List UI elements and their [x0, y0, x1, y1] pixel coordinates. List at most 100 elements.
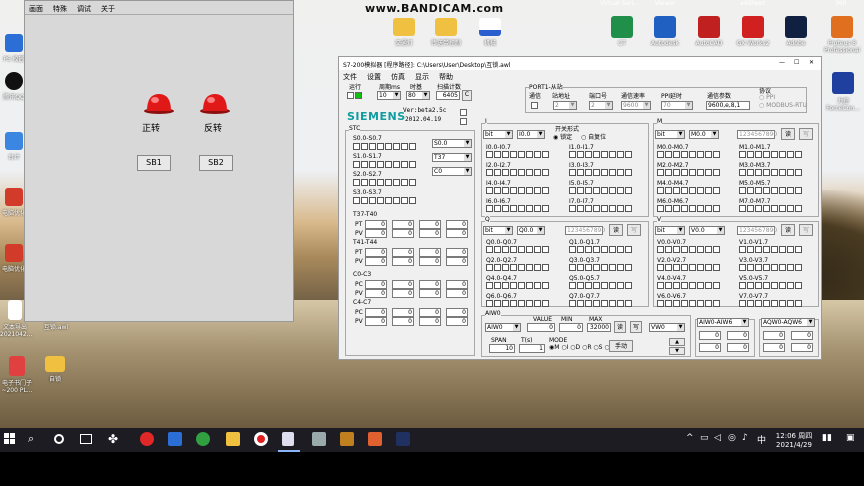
m-row-6-bits[interactable] [657, 205, 721, 212]
desktop-icon-adobe[interactable]: Adobe [776, 16, 816, 47]
desktop-icon-autocad[interactable]: AutoCAD [689, 16, 729, 47]
counter-value[interactable]: 0 [392, 317, 414, 326]
aqw-channel-value[interactable]: 0 [763, 331, 785, 340]
hmi-menu-special[interactable]: 特殊 [53, 5, 67, 13]
speaker-icon[interactable]: ◁ [714, 433, 721, 443]
sim-menu-display[interactable]: 显示 [415, 73, 429, 81]
timer-value[interactable]: 0 [392, 229, 414, 238]
aiw-select[interactable]: AIW0 [485, 323, 521, 332]
network-tool-icon[interactable] [312, 432, 326, 446]
stc-row-2-bits[interactable] [353, 179, 417, 186]
timer-value[interactable]: 0 [446, 229, 468, 238]
timer-value[interactable]: 0 [365, 248, 387, 257]
q-type-select[interactable]: bit [483, 226, 513, 235]
q-row-0-bits[interactable] [486, 246, 550, 253]
stc-s-select[interactable]: S0.0 [432, 139, 472, 148]
i-row-7-bits[interactable] [569, 205, 633, 212]
timer-value[interactable]: 0 [446, 220, 468, 229]
counter-value[interactable]: 0 [446, 308, 468, 317]
desktop-icon-gxworks2[interactable]: GX Works2 [733, 16, 773, 47]
v-row-6-bits[interactable] [657, 300, 721, 307]
v-row-2-bits[interactable] [657, 264, 721, 271]
aqw-range-select[interactable]: AQW0-AQW6 [761, 318, 815, 327]
aiw-read-button[interactable]: 读 [614, 321, 626, 333]
timer-value[interactable]: 0 [419, 248, 441, 257]
game-app-icon[interactable] [340, 432, 354, 446]
stc-t-select[interactable]: T37 [432, 153, 472, 162]
timer-value[interactable]: 0 [392, 257, 414, 266]
v-value-field[interactable]: 1234567890 [737, 226, 777, 235]
v-row-5-bits[interactable] [739, 282, 803, 289]
port-select[interactable]: 2 [589, 101, 613, 110]
m-type-select[interactable]: bit [655, 130, 685, 139]
notification-icon[interactable]: ▣ [846, 433, 855, 443]
counter-value[interactable]: 0 [446, 317, 468, 326]
desktop-icon-autodesk[interactable]: Autodesk [645, 16, 685, 47]
aiw-channel-value[interactable]: 0 [699, 343, 721, 352]
vw-select[interactable]: VW0 [649, 323, 685, 332]
aiw-channel-value[interactable]: 0 [727, 343, 749, 352]
param-field[interactable]: 9600,e,8,1 [706, 101, 750, 110]
i-row-2-bits[interactable] [486, 169, 550, 176]
v-address-select[interactable]: V0.0 [689, 226, 725, 235]
baud-select[interactable]: 9600 [621, 101, 651, 110]
sb1-button[interactable]: SB1 [137, 155, 171, 171]
self-reset-radio[interactable]: ○ 自复位 [581, 132, 606, 141]
cycle-select[interactable]: 10 [377, 91, 401, 100]
v-row-3-bits[interactable] [739, 264, 803, 271]
q-row-1-bits[interactable] [569, 246, 633, 253]
m-row-1-bits[interactable] [739, 151, 803, 158]
desktop-icon-conveyor[interactable]: 传送带控制 [426, 18, 466, 47]
q-row-6-bits[interactable] [486, 300, 550, 307]
spin-up-icon[interactable]: ▲ [669, 338, 685, 346]
timer-value[interactable]: 0 [365, 229, 387, 238]
aiw-range-select[interactable]: AIW0-AIW6 [697, 318, 749, 327]
hmi-menu-screen[interactable]: 画面 [29, 5, 43, 13]
m-read-button[interactable]: 读 [781, 128, 795, 140]
timebase-select[interactable]: 80 [406, 91, 430, 100]
action-center-icon[interactable]: ▮▮ [822, 433, 832, 443]
v-row-0-bits[interactable] [657, 246, 721, 253]
m-address-select[interactable]: M0.0 [689, 130, 719, 139]
file-explorer-icon[interactable] [226, 432, 240, 446]
sim-menu-help[interactable]: 帮助 [439, 73, 453, 81]
desktop-icon-proteus[interactable]: Proteus 8 Professional [820, 16, 864, 54]
stc-row-1-bits[interactable] [353, 161, 417, 168]
aiw-write-button[interactable]: 写 [630, 321, 642, 333]
m-row-4-bits[interactable] [657, 187, 721, 194]
sb2-button[interactable]: SB2 [199, 155, 233, 171]
bandicam-record-icon[interactable] [254, 432, 268, 446]
office-app-icon[interactable] [368, 432, 382, 446]
desktop-icon-selflock[interactable]: 自锁 [40, 356, 70, 383]
hmi-menu-debug[interactable]: 调试 [77, 5, 91, 13]
wifi-icon[interactable]: ◎ [728, 433, 736, 443]
q-value-field[interactable]: 1234567890 [565, 226, 605, 235]
counter-value[interactable]: 0 [392, 289, 414, 298]
span-field[interactable]: 10 [489, 344, 515, 353]
protocol-modbus-radio[interactable]: ○ MODBUS-RTU [759, 102, 807, 109]
counter-value[interactable]: 0 [446, 289, 468, 298]
m-row-2-bits[interactable] [657, 169, 721, 176]
comm-checkbox[interactable] [531, 101, 539, 109]
lock-radio[interactable]: ◉ 锁定 [553, 132, 572, 141]
protocol-ppi-radio[interactable]: ○ PPI [759, 94, 775, 101]
m-row-0-bits[interactable] [657, 151, 721, 158]
counter-value[interactable]: 0 [365, 280, 387, 289]
timer-value[interactable]: 0 [365, 257, 387, 266]
wps-icon[interactable] [168, 432, 182, 446]
maximize-icon[interactable]: ☐ [794, 59, 799, 66]
mode-radios[interactable]: ◉M ○I ○D ○R ○S ○L [549, 344, 613, 351]
m-write-button[interactable]: 写 [799, 128, 813, 140]
i-row-6-bits[interactable] [486, 205, 550, 212]
counter-value[interactable]: 0 [392, 280, 414, 289]
timer-value[interactable]: 0 [419, 229, 441, 238]
v-type-select[interactable]: bit [655, 226, 685, 235]
v-row-1-bits[interactable] [739, 246, 803, 253]
input-method-indicator[interactable]: 中 [757, 433, 766, 446]
task-view-icon[interactable] [80, 434, 92, 444]
i-row-5-bits[interactable] [569, 187, 633, 194]
min-field[interactable]: 0 [559, 323, 583, 332]
counter-value[interactable]: 0 [365, 308, 387, 317]
document-app-icon[interactable] [282, 432, 294, 446]
m-row-3-bits[interactable] [739, 169, 803, 176]
